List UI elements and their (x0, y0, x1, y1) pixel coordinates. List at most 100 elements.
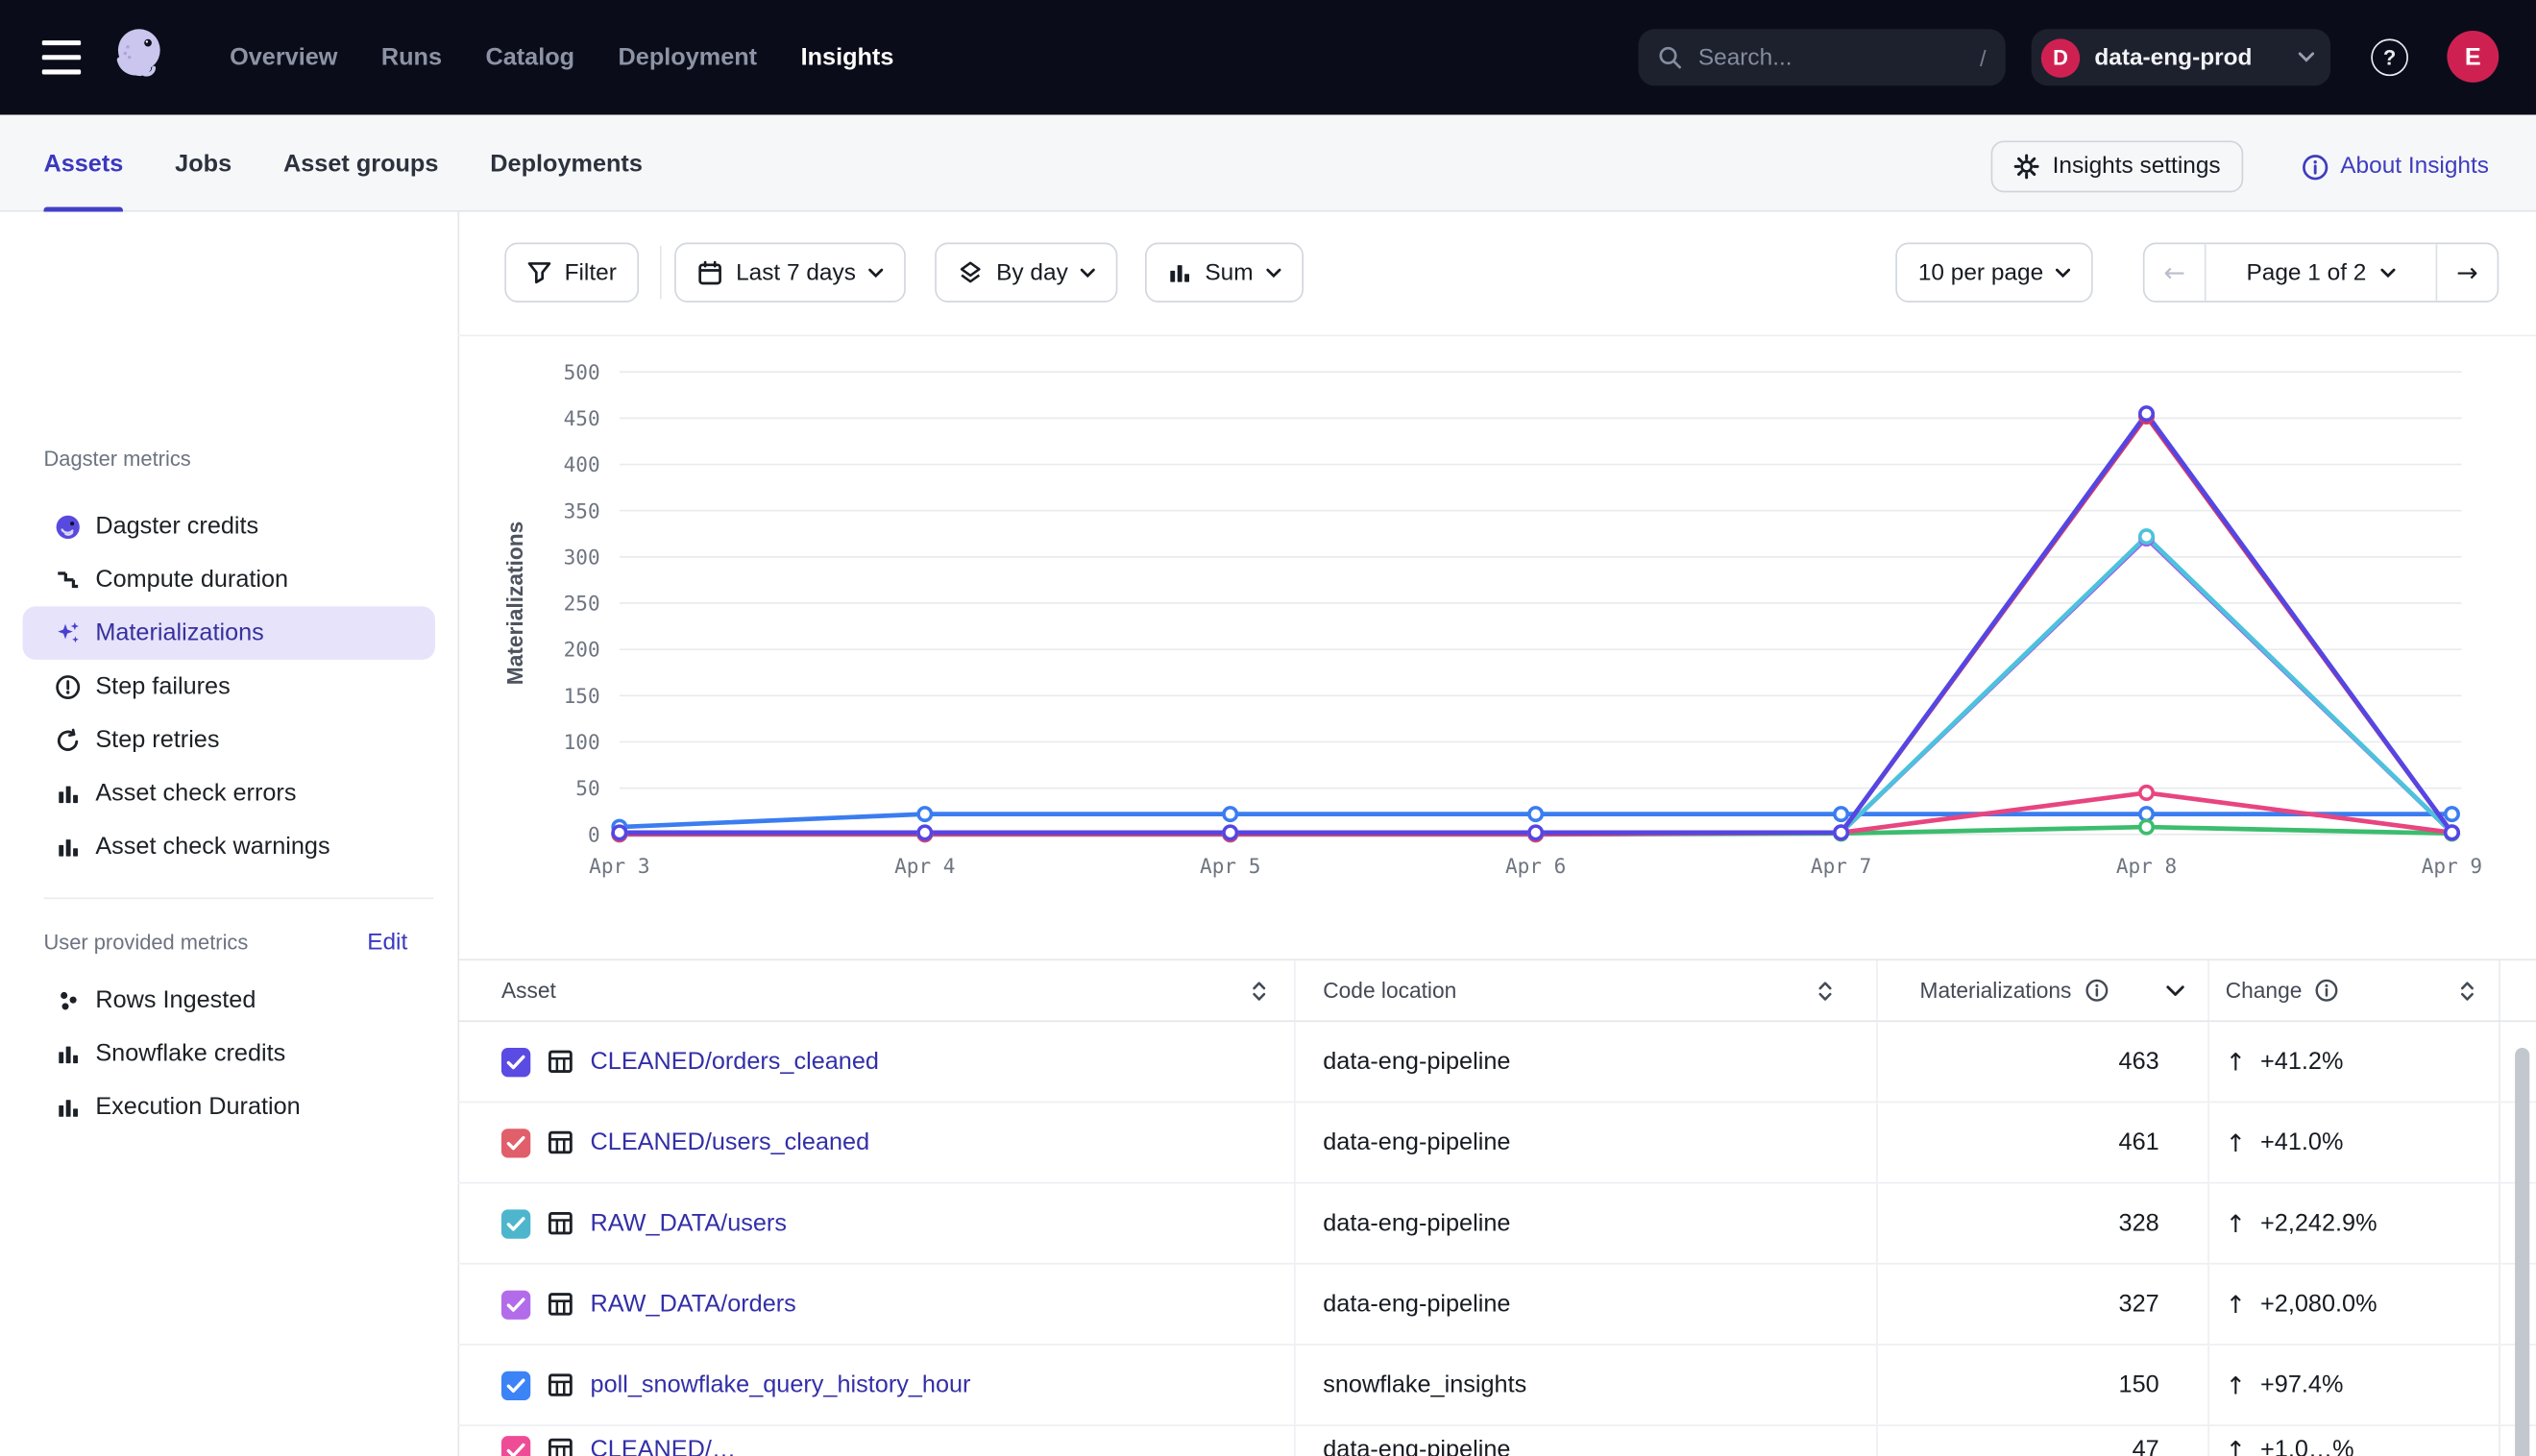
help-icon[interactable]: ? (2371, 38, 2408, 76)
tab-jobs[interactable]: Jobs (175, 115, 232, 212)
sidebar-item-step-failures[interactable]: Step failures (23, 660, 435, 714)
trend-up-icon: ↑ (2226, 1047, 2246, 1076)
next-page-button[interactable]: → (2437, 244, 2497, 301)
bar-chart-icon (55, 780, 81, 806)
avatar[interactable]: E (2447, 31, 2499, 83)
tab-assets[interactable]: Assets (43, 115, 123, 212)
asset-link[interactable]: CLEANED/orders_cleaned (591, 1048, 879, 1076)
date-range-dropdown[interactable]: Last 7 days (674, 243, 906, 303)
column-label: Materializations (1920, 979, 2072, 1003)
row-checkbox[interactable] (501, 1371, 530, 1399)
dagster-logo-icon (55, 514, 81, 540)
row-checkbox[interactable] (501, 1290, 530, 1319)
sidebar-item-execution-duration[interactable]: Execution Duration (23, 1080, 435, 1134)
asset-link[interactable]: RAW_DATA/orders (591, 1291, 796, 1319)
data-point[interactable] (2140, 407, 2153, 420)
info-icon[interactable] (2315, 979, 2339, 1003)
alert-circle-icon (55, 673, 81, 699)
data-point[interactable] (918, 808, 931, 820)
trend-up-icon: ↑ (2226, 1436, 2246, 1456)
change-cell: ↑+41.2% (2207, 1022, 2499, 1101)
row-checkbox[interactable] (501, 1047, 530, 1076)
materializations-cell: 463 (1876, 1022, 2207, 1101)
table-asset-icon (547, 1371, 574, 1399)
data-point[interactable] (1529, 808, 1542, 820)
refresh-icon (55, 727, 81, 753)
nav-item-runs[interactable]: Runs (381, 43, 442, 71)
x-tick-label: Apr 7 (1811, 854, 1871, 878)
sort-icon[interactable] (2456, 979, 2477, 1002)
y-tick-label: 100 (564, 730, 600, 754)
x-tick-label: Apr 5 (1200, 854, 1260, 878)
sidebar-item-rows-ingested[interactable]: Rows Ingested (23, 974, 435, 1028)
materializations-chart: 050100150200250300350400450500Apr 3Apr 4… (457, 352, 2536, 910)
tab-deployments[interactable]: Deployments (490, 115, 643, 212)
insights-settings-button[interactable]: Insights settings (1991, 140, 2244, 192)
asset-link[interactable]: poll_snowflake_query_history_hour (591, 1371, 971, 1399)
data-point[interactable] (918, 826, 931, 838)
data-point[interactable] (1224, 826, 1236, 838)
data-point[interactable] (1224, 808, 1236, 820)
data-point[interactable] (1835, 826, 1847, 838)
row-checkbox[interactable] (501, 1209, 530, 1238)
menu-icon[interactable] (42, 40, 81, 74)
sort-icon[interactable] (1249, 979, 1270, 1002)
data-point[interactable] (2140, 820, 2153, 833)
sidebar-item-materializations[interactable]: Materializations (23, 606, 435, 660)
sort-desc-icon[interactable] (2165, 984, 2184, 997)
change-value: +1,0…% (2260, 1436, 2354, 1456)
data-point[interactable] (2140, 530, 2153, 543)
nav-item-overview[interactable]: Overview (230, 43, 337, 71)
tab-asset-groups[interactable]: Asset groups (283, 115, 438, 212)
column-header-materializations[interactable]: Materializations (1876, 960, 2207, 1020)
sort-icon[interactable] (1815, 979, 1836, 1002)
sidebar-item-asset-check-errors[interactable]: Asset check errors (23, 766, 435, 820)
series-line-cleaned-users-cleaned (620, 416, 2452, 833)
column-header-change[interactable]: Change (2207, 960, 2499, 1020)
row-checkbox[interactable] (501, 1128, 530, 1156)
sidebar-item-compute-duration[interactable]: Compute duration (23, 553, 435, 607)
sidebar-item-step-retries[interactable]: Step retries (23, 713, 435, 766)
data-point[interactable] (2140, 787, 2153, 799)
data-point[interactable] (613, 826, 625, 838)
search-shortcut-hint: / (1980, 44, 1987, 70)
code-location-cell: data-eng-pipeline (1294, 1022, 1876, 1101)
asset-link[interactable]: RAW_DATA/users (591, 1209, 787, 1237)
sidebar-item-label: Asset check warnings (95, 833, 329, 861)
info-icon[interactable] (2085, 979, 2109, 1003)
about-insights-label: About Insights (2340, 154, 2489, 180)
column-header-code-location[interactable]: Code location (1294, 960, 1876, 1020)
prev-page-button[interactable]: ← (2145, 244, 2205, 301)
about-insights-link[interactable]: About Insights (2302, 140, 2489, 192)
table-header: AssetCode location Materializations Change (457, 959, 2536, 1022)
deployment-badge: D (2041, 38, 2080, 77)
data-point[interactable] (1529, 826, 1542, 838)
chevron-down-icon (2380, 268, 2395, 278)
sidebar-item-dagster-credits[interactable]: Dagster credits (23, 499, 435, 553)
deployment-switcher[interactable]: D data-eng-prod (2032, 29, 2330, 85)
data-point[interactable] (1835, 808, 1847, 820)
nav-item-deployment[interactable]: Deployment (619, 43, 758, 71)
nav-item-insights[interactable]: Insights (801, 43, 894, 71)
granularity-dropdown[interactable]: By day (935, 243, 1118, 303)
filter-button[interactable]: Filter (504, 243, 639, 303)
column-header-asset[interactable]: Asset (457, 960, 1293, 1020)
row-checkbox[interactable] (501, 1436, 530, 1456)
scrollbar-thumb[interactable] (2515, 1048, 2529, 1456)
data-point[interactable] (2446, 808, 2458, 820)
page-selector[interactable]: Page 1 of 2 (2205, 244, 2437, 301)
search-input[interactable] (1695, 43, 1966, 72)
search-box[interactable]: / (1639, 29, 2006, 85)
code-location-cell: data-eng-pipeline (1294, 1265, 1876, 1344)
edit-metrics-link[interactable]: Edit (367, 930, 407, 956)
sidebar-item-snowflake-credits[interactable]: Snowflake credits (23, 1027, 435, 1080)
nav-item-catalog[interactable]: Catalog (485, 43, 574, 71)
dagster-logo-icon[interactable] (104, 19, 175, 90)
asset-link[interactable]: CLEANED/… (591, 1436, 737, 1456)
asset-link[interactable]: CLEANED/users_cleaned (591, 1128, 870, 1156)
data-point[interactable] (2140, 808, 2153, 820)
sidebar-item-asset-check-warnings[interactable]: Asset check warnings (23, 820, 435, 874)
aggregation-dropdown[interactable]: Sum (1145, 243, 1304, 303)
data-point[interactable] (2446, 826, 2458, 838)
per-page-dropdown[interactable]: 10 per page (1895, 243, 2093, 303)
